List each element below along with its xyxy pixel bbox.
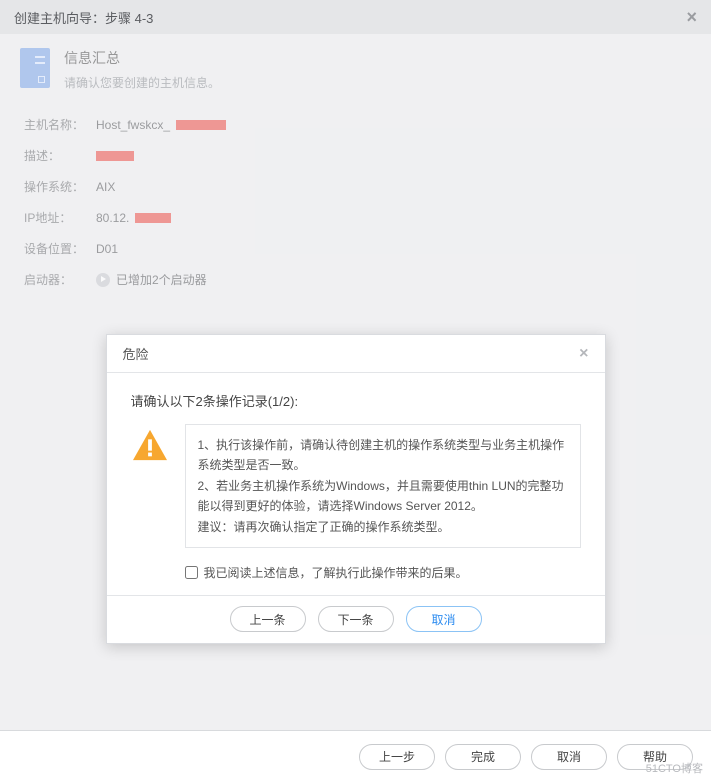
modal-cancel-button[interactable]: 取消 [406,606,482,632]
ack-label: 我已阅读上述信息，了解执行此操作带来的后果。 [204,564,468,581]
wizard-footer: 上一步 完成 取消 帮助 [0,730,711,782]
wizard-title: 创建主机向导：步骤 4-3 [14,8,153,27]
wizard-header: 创建主机向导：步骤 4-3 × [0,0,711,34]
close-icon[interactable]: × [686,7,697,28]
warning-icon [131,428,169,462]
modal-title: 危险 [123,344,149,363]
wizard-body: 信息汇总 请确认您要创建的主机信息。 主机名称： Host_fwskcx_ 描述… [0,34,711,730]
modal-close-icon[interactable]: × [579,345,588,363]
modal-subtitle: 请确认以下2条操作记录(1/2): [131,391,581,410]
danger-modal: 危险 × 请确认以下2条操作记录(1/2): 1、执行该操作前，请确认待创建主机… [106,334,606,644]
warning-line-3: 建议：请再次确认指定了正确的操作系统类型。 [198,517,568,537]
modal-header: 危险 × [107,335,605,373]
cancel-button[interactable]: 取消 [531,744,607,770]
watermark: 51CTO博客 [646,760,703,776]
modal-overlay: 危险 × 请确认以下2条操作记录(1/2): 1、执行该操作前，请确认待创建主机… [0,34,711,730]
ack-checkbox[interactable] [185,566,198,579]
warning-line-2: 2、若业务主机操作系统为Windows，并且需要使用thin LUN的完整功能以… [198,476,568,517]
modal-prev-button[interactable]: 上一条 [230,606,306,632]
warning-line-1: 1、执行该操作前，请确认待创建主机的操作系统类型与业务主机操作系统类型是否一致。 [198,435,568,476]
prev-step-button[interactable]: 上一步 [359,744,435,770]
warning-message: 1、执行该操作前，请确认待创建主机的操作系统类型与业务主机操作系统类型是否一致。… [185,424,581,548]
ack-row[interactable]: 我已阅读上述信息，了解执行此操作带来的后果。 [185,564,581,581]
finish-button[interactable]: 完成 [445,744,521,770]
modal-footer: 上一条 下一条 取消 [107,595,605,643]
modal-next-button[interactable]: 下一条 [318,606,394,632]
